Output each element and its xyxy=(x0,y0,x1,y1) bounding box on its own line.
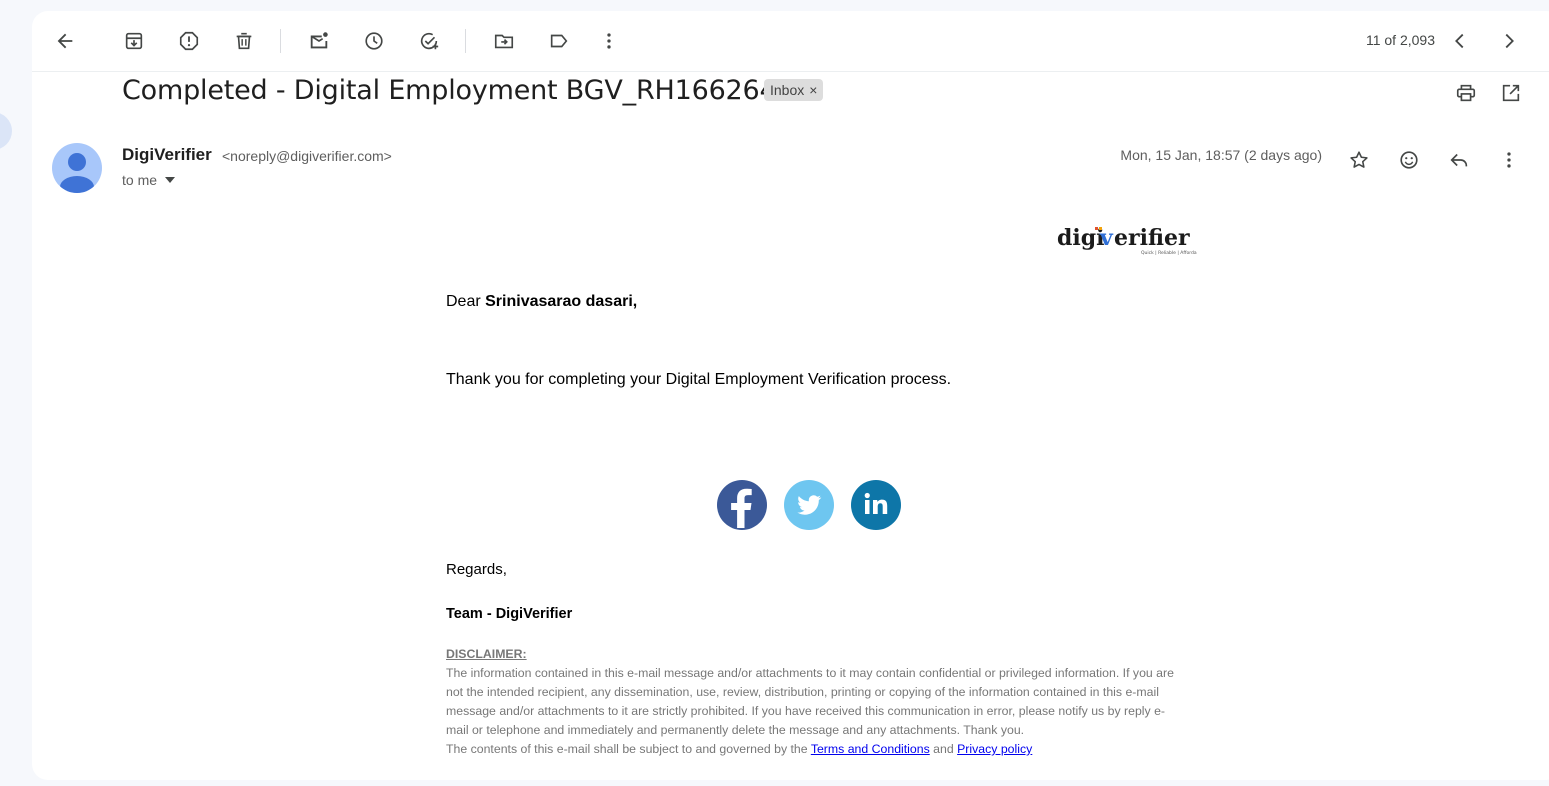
mark-unread-button[interactable] xyxy=(299,21,339,61)
report-spam-button[interactable] xyxy=(169,21,209,61)
sender-email: <noreply@digiverifier.com> xyxy=(222,148,392,164)
nav-indicator xyxy=(0,112,12,150)
chevron-left-icon xyxy=(1455,33,1464,49)
move-folder-icon xyxy=(494,34,514,49)
message-date: Mon, 15 Jan, 18:57 (2 days ago) xyxy=(1120,147,1322,163)
move-to-button[interactable] xyxy=(484,21,524,61)
facebook-icon xyxy=(731,488,752,528)
regards: Regards, xyxy=(446,561,507,578)
disclaimer-text: The information contained in this e-mail… xyxy=(446,666,1174,737)
label-text: Inbox xyxy=(770,82,805,98)
email-view: 11 of 2,093 Completed - Digital Employme… xyxy=(32,11,1549,780)
pager-count: 11 of 2,093 xyxy=(1365,32,1435,48)
reply-button[interactable] xyxy=(1441,142,1477,178)
older-button[interactable] xyxy=(1489,21,1529,61)
footer-and: and xyxy=(929,742,958,756)
snooze-button[interactable] xyxy=(354,21,394,61)
svg-text:erifier: erifier xyxy=(1114,225,1190,251)
recipient-text: to me xyxy=(122,172,158,188)
reply-icon xyxy=(1450,153,1468,167)
mark-unread-icon xyxy=(310,32,328,49)
person-icon xyxy=(60,153,94,193)
toolbar-divider xyxy=(280,29,281,53)
message-toolbar: 11 of 2,093 xyxy=(32,11,1549,72)
newer-button[interactable] xyxy=(1440,21,1480,61)
sender-avatar[interactable] xyxy=(52,143,102,193)
print-button[interactable] xyxy=(1452,79,1480,107)
archive-icon xyxy=(125,32,143,50)
linkedin-icon xyxy=(864,492,888,514)
disclaimer-title: DISCLAIMER: xyxy=(446,647,527,661)
disclaimer-footer: The contents of this e-mail shall be sub… xyxy=(446,740,1181,759)
digiverifier-logo-graphic: digi v erifier Quick | Reliable | Afford… xyxy=(1057,225,1204,256)
arrow-back-icon xyxy=(57,33,73,49)
add-to-tasks-button[interactable] xyxy=(409,21,449,61)
trash-icon xyxy=(236,32,252,50)
greeting: Dear Srinivasarao dasari, xyxy=(446,293,637,311)
thanks-line: Thank you for completing your Digital Em… xyxy=(446,371,952,388)
emoji-react-button[interactable] xyxy=(1391,142,1427,178)
terms-link[interactable]: Terms and Conditions xyxy=(811,742,930,756)
more-vert-icon xyxy=(607,33,611,49)
star-icon xyxy=(1350,151,1368,168)
sender-name[interactable]: DigiVerifier xyxy=(122,145,212,165)
delete-button[interactable] xyxy=(224,21,264,61)
signature-team: Team - DigiVerifier xyxy=(446,606,573,622)
disclaimer: DISCLAIMER: The information contained in… xyxy=(446,645,1181,759)
more-options-button[interactable] xyxy=(589,21,629,61)
caret-down-icon xyxy=(165,177,176,183)
inbox-label-chip[interactable]: Inbox × xyxy=(764,79,824,101)
email-subject: Completed - Digital Employment BGV_RH166… xyxy=(122,75,811,106)
footer-prefix: The contents of this e-mail shall be sub… xyxy=(446,742,811,756)
report-spam-icon xyxy=(179,31,199,51)
star-button[interactable] xyxy=(1341,142,1377,178)
print-icon xyxy=(1456,84,1476,102)
recipient-name: Srinivasarao dasari, xyxy=(485,293,638,310)
linkedin-link[interactable] xyxy=(851,480,901,530)
facebook-link[interactable] xyxy=(717,480,767,530)
emoji-icon xyxy=(1400,151,1418,169)
remove-label-icon[interactable]: × xyxy=(809,82,817,98)
label-icon xyxy=(550,34,568,48)
message-more-button[interactable] xyxy=(1491,142,1527,178)
twitter-link[interactable] xyxy=(784,480,834,530)
digiverifier-logo: digi v erifier Quick | Reliable | Afford… xyxy=(1057,223,1204,257)
open-new-window-button[interactable] xyxy=(1497,79,1525,107)
greeting-prefix: Dear xyxy=(446,293,486,310)
twitter-icon xyxy=(797,495,822,515)
toolbar-divider xyxy=(465,29,466,53)
recipient-details-toggle[interactable]: to me xyxy=(122,172,176,188)
add-task-icon xyxy=(420,32,439,50)
back-button[interactable] xyxy=(45,21,85,61)
archive-button[interactable] xyxy=(114,21,154,61)
privacy-link[interactable]: Privacy policy xyxy=(957,742,1032,756)
open-in-new-icon xyxy=(1502,84,1520,102)
more-vert-icon xyxy=(1507,152,1511,168)
chevron-right-icon xyxy=(1505,33,1514,49)
clock-icon xyxy=(365,32,383,50)
svg-text:Quick | Reliable | Affordable: Quick | Reliable | Affordable xyxy=(1141,250,1197,256)
labels-button[interactable] xyxy=(539,21,579,61)
